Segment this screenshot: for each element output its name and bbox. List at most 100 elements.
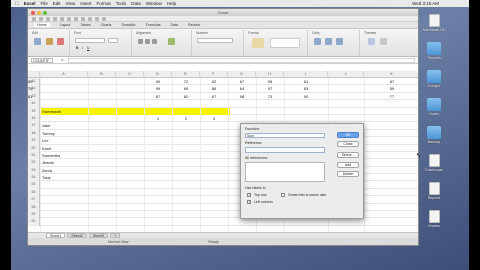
column-header[interactable]: B xyxy=(88,71,116,78)
column-header[interactable]: I xyxy=(284,71,328,78)
tab-smartart[interactable]: SmartArt xyxy=(121,23,135,27)
apple-icon[interactable]:  xyxy=(15,1,19,7)
row-number[interactable]: 58 xyxy=(28,203,40,212)
grid-cell[interactable]: 89 xyxy=(28,78,32,85)
grid-cell[interactable]: 73 xyxy=(258,93,282,100)
grid-cell[interactable]: Alexa xyxy=(42,167,86,174)
tab-layout[interactable]: Layout xyxy=(60,23,71,27)
desktop-icon[interactable]: Downloads xyxy=(423,154,445,172)
row-number[interactable]: 47 xyxy=(28,122,40,130)
grid-cell[interactable]: 90 xyxy=(146,78,170,85)
add-button[interactable]: Add xyxy=(337,162,359,168)
grid-cell[interactable]: 72 xyxy=(174,78,198,85)
delete-button[interactable]: Delete xyxy=(337,171,359,177)
desktop-icon[interactable]: Reports xyxy=(423,182,445,200)
cut-icon[interactable] xyxy=(60,16,64,21)
close-button[interactable]: Close xyxy=(337,141,359,147)
fx-icon[interactable]: fx xyxy=(61,58,64,62)
grid-cell[interactable]: 99 xyxy=(146,85,170,92)
grid-cell[interactable]: Tommy xyxy=(42,130,86,137)
menu-window[interactable]: Window xyxy=(146,1,162,6)
grid-cell[interactable]: 98 xyxy=(258,78,282,85)
grid-cell[interactable]: Total xyxy=(42,174,86,181)
grid-cell[interactable]: 76 xyxy=(28,85,32,92)
desktop-icon[interactable]: Macintosh HD xyxy=(423,14,446,32)
grid-cell[interactable]: 82 xyxy=(202,78,226,85)
row-number[interactable]: 55 xyxy=(28,181,40,189)
row-number[interactable]: 49 xyxy=(28,137,40,145)
grid-cell[interactable]: 2 xyxy=(174,115,198,122)
select-all-corner[interactable] xyxy=(28,71,40,78)
undo-icon[interactable] xyxy=(81,16,85,21)
grid-cell[interactable]: 64 xyxy=(230,85,254,92)
column-header[interactable]: D xyxy=(144,71,172,78)
themes-icon[interactable] xyxy=(368,38,375,45)
grid-cell[interactable]: 69 xyxy=(174,85,198,92)
row-number[interactable]: 51 xyxy=(28,151,40,160)
column-header[interactable]: C xyxy=(116,71,144,78)
open-icon[interactable] xyxy=(39,16,43,21)
column-header[interactable]: E xyxy=(172,71,200,78)
paste-icon[interactable] xyxy=(74,16,78,21)
row-number[interactable]: 50 xyxy=(28,144,40,152)
grid-cell[interactable]: 87 xyxy=(146,93,170,100)
desktop-icon[interactable]: Notes xyxy=(423,98,445,116)
top-row-checkbox[interactable]: ✓ xyxy=(247,193,251,197)
row-number[interactable]: 44 xyxy=(28,100,40,108)
function-select[interactable]: Sum xyxy=(245,133,325,138)
tab-data[interactable]: Data xyxy=(171,23,179,27)
menubar-clock[interactable]: Wed 3:16 AM xyxy=(412,1,439,6)
font-size-select[interactable] xyxy=(108,38,118,43)
reference-input[interactable] xyxy=(245,147,325,153)
name-box[interactable]: COUNTIF xyxy=(31,57,53,63)
menu-insert[interactable]: Insert xyxy=(80,1,91,6)
row-number[interactable]: 60 xyxy=(28,218,40,226)
align-center-icon[interactable] xyxy=(145,39,150,44)
menu-format[interactable]: Format xyxy=(97,1,111,6)
formula-input[interactable] xyxy=(67,57,415,63)
menu-help[interactable]: Help xyxy=(167,1,176,6)
row-number[interactable]: 46 xyxy=(28,114,40,123)
grid-cell[interactable]: 77 xyxy=(366,93,418,100)
tab-home[interactable]: Home xyxy=(34,23,50,27)
autosum-icon[interactable] xyxy=(95,16,99,21)
grid-cell[interactable]: 87 xyxy=(366,78,418,85)
redo-icon[interactable] xyxy=(88,16,92,21)
wrap-text-icon[interactable] xyxy=(168,38,175,45)
print-icon[interactable] xyxy=(53,16,57,21)
grid-cell[interactable]: 97 xyxy=(258,85,282,92)
number-format-select[interactable] xyxy=(197,38,233,43)
grid-cell[interactable]: Samantha xyxy=(42,152,86,159)
desktop-icon[interactable]: Budget xyxy=(423,70,445,88)
sort-icon[interactable] xyxy=(102,16,106,21)
row-number[interactable]: 59 xyxy=(28,211,40,219)
grid-cell[interactable]: 67 xyxy=(202,93,226,100)
save-icon[interactable] xyxy=(46,16,50,21)
grid-cell[interactable]: 1 xyxy=(146,115,170,122)
menu-tools[interactable]: Tools xyxy=(116,1,127,6)
row-number[interactable]: 48 xyxy=(28,129,40,138)
paste-icon[interactable] xyxy=(34,38,41,45)
row-number[interactable]: 57 xyxy=(28,196,40,204)
grid-cell[interactable]: Kane xyxy=(42,145,86,152)
grid-cell[interactable]: 88 xyxy=(202,85,226,92)
tab-formulas[interactable]: Formulas xyxy=(146,23,161,27)
align-right-icon[interactable] xyxy=(152,39,157,44)
new-icon[interactable] xyxy=(32,16,36,21)
grid-cell[interactable]: Jeanie xyxy=(42,159,86,166)
row-number[interactable]: 52 xyxy=(28,159,40,167)
grid-cell[interactable]: 61 xyxy=(286,78,326,85)
column-header[interactable]: A xyxy=(40,71,88,78)
grid-cell[interactable]: 3 xyxy=(202,115,226,122)
menu-app-name[interactable]: Excel xyxy=(24,1,36,6)
grid-cell[interactable]: 67 xyxy=(230,78,254,85)
desktop-icon[interactable]: Tutorials xyxy=(423,42,445,60)
desktop-icon[interactable]: Backup xyxy=(423,126,445,144)
grid-cell[interactable]: 83 xyxy=(286,85,326,92)
tab-review[interactable]: Review xyxy=(188,23,200,27)
menu-edit[interactable]: Edit xyxy=(53,1,61,6)
grid-cell[interactable]: 82 xyxy=(174,93,198,100)
row-number[interactable]: 53 xyxy=(28,166,40,175)
all-references-list[interactable] xyxy=(245,162,325,182)
grid-cell[interactable]: 98 xyxy=(230,93,254,100)
